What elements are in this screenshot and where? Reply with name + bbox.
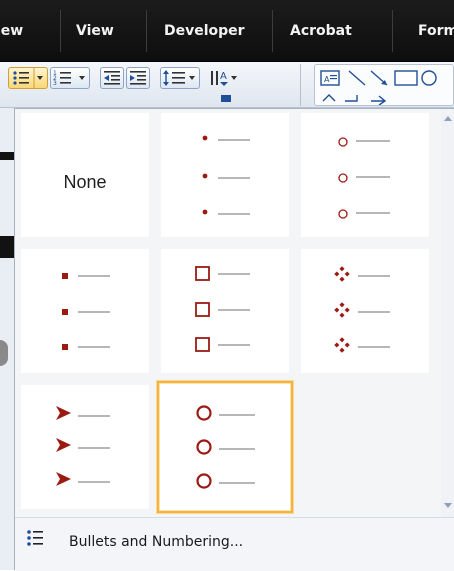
tab-review[interactable]: iew [0, 23, 23, 39]
four-diamond-bullet-icon [334, 266, 390, 353]
tab-format[interactable]: Form [418, 23, 454, 39]
tab-separator [272, 10, 273, 52]
large-hollow-circle-bullet-icon [196, 405, 255, 489]
gallery-scrollbar[interactable] [441, 109, 454, 517]
decrease-indent-button[interactable] [100, 67, 124, 89]
svg-text:A: A [324, 75, 330, 84]
edge-mark [0, 340, 8, 366]
tab-separator [60, 10, 61, 52]
tab-view[interactable]: View [76, 23, 114, 39]
line-spacing-button[interactable] [160, 67, 200, 89]
filled-square-bullet-icon [62, 273, 110, 350]
none-label: None [63, 172, 107, 192]
edge-mark [0, 236, 14, 258]
bullet-option-four-diamond[interactable] [301, 249, 429, 373]
bullet-library-gallery: None Bullets and Numbering... [14, 108, 454, 571]
increase-indent-button[interactable] [126, 67, 150, 89]
bullet-option-none[interactable]: None [21, 113, 149, 237]
svg-text:3: 3 [53, 80, 57, 87]
numbered-list-icon: 1 2 3 [53, 70, 85, 87]
tab-separator [146, 10, 147, 52]
bullet-list-icon [13, 68, 43, 88]
bullet-option-filled-square[interactable] [21, 249, 149, 373]
line-spacing-icon [163, 70, 195, 86]
bullets-button[interactable] [8, 67, 48, 89]
bullet-option-arrowhead[interactable] [21, 385, 149, 509]
document-edge [0, 108, 14, 570]
shapes-icon: A [320, 70, 437, 105]
edge-mark [0, 152, 14, 160]
arrowhead-bullet-icon [56, 406, 110, 486]
small-dot-bullet-icon [202, 135, 250, 215]
bullet-option-hollow-circle-small[interactable] [301, 113, 429, 237]
numbering-button[interactable]: 1 2 3 [50, 67, 90, 89]
shapes-gallery[interactable]: A [314, 64, 454, 106]
tab-separator [392, 10, 393, 52]
bullets-and-numbering-menu-item[interactable]: Bullets and Numbering... [15, 517, 454, 571]
svg-text:A: A [220, 71, 227, 82]
bullets-and-numbering-label: Bullets and Numbering... [69, 534, 244, 550]
tab-acrobat[interactable]: Acrobat [290, 23, 352, 39]
bullet-option-hollow-square[interactable] [161, 249, 289, 373]
scroll-up-icon[interactable] [443, 113, 453, 123]
ribbon-tab-bar: iew View Developer Acrobat Form [0, 0, 454, 62]
decrease-indent-icon [104, 71, 120, 85]
text-direction-icon: A [211, 71, 237, 102]
increase-indent-icon [130, 71, 146, 85]
text-direction-button[interactable]: A [206, 67, 240, 103]
bullet-option-hollow-circle-large[interactable] [157, 381, 293, 513]
toolbar-divider [300, 64, 301, 106]
paragraph-toolbar: 1 2 3 A A [0, 62, 454, 108]
tab-developer[interactable]: Developer [164, 23, 245, 39]
scroll-down-icon[interactable] [443, 501, 453, 511]
bullet-option-small-dot[interactable] [161, 113, 289, 237]
hollow-square-bullet-icon [195, 266, 250, 352]
hollow-circle-bullet-icon [338, 137, 390, 219]
bullet-list-icon [27, 530, 43, 546]
